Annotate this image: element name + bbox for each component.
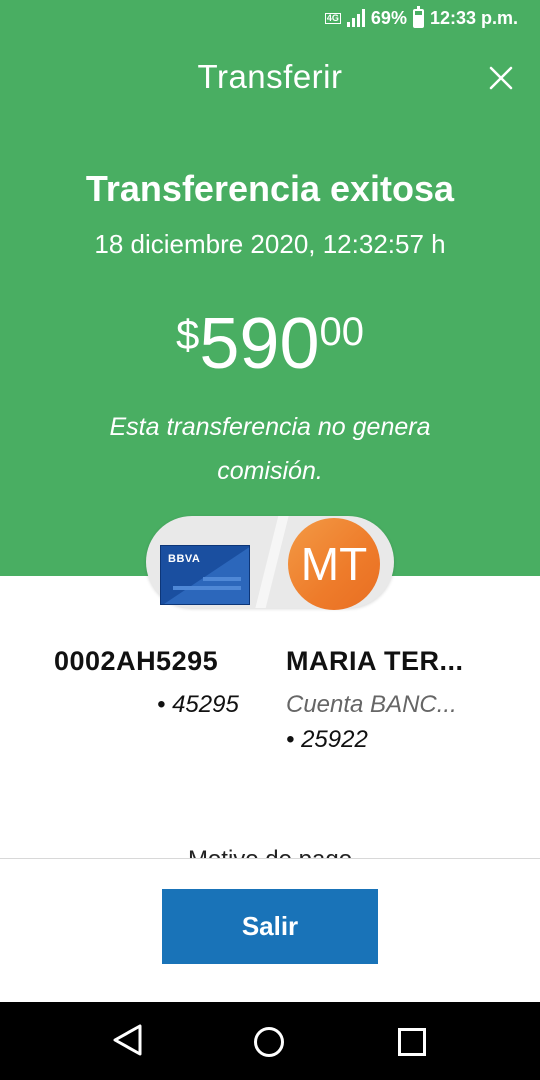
exit-button[interactable]: Salir	[162, 889, 378, 964]
system-navigation-bar	[0, 1002, 540, 1080]
back-triangle-icon[interactable]	[110, 1022, 144, 1063]
success-heading: Transferencia exitosa	[85, 168, 455, 209]
amount-integer: 590	[199, 304, 320, 384]
page-title: Transferir	[197, 58, 343, 95]
signal-strength-icon	[346, 9, 365, 27]
close-icon[interactable]	[487, 64, 515, 92]
battery-icon	[412, 5, 424, 28]
battery-percentage: 69%	[370, 7, 407, 28]
clock: 12:33 p.m.	[429, 7, 518, 28]
status-bar: 4G 69% 12:33 p.m.	[0, 0, 540, 36]
payment-reason-label: Motivo de pago	[0, 848, 540, 858]
card-brand: BBVA	[168, 553, 201, 565]
transfer-datetime: 18 diciembre 2020, 12:32:57 h	[94, 229, 446, 259]
recipient-name: MARIA TER...	[286, 646, 464, 676]
network-4g-icon: 4G	[324, 12, 341, 24]
amount-decimals: 00	[319, 310, 365, 354]
source-account-name: 0002AH5295	[54, 646, 219, 676]
recipient-account-number: • 25922	[286, 726, 368, 753]
home-circle-icon[interactable]	[254, 1027, 284, 1057]
bbva-card-icon: BBVA	[160, 545, 250, 605]
pill-divider	[251, 516, 291, 608]
recent-apps-square-icon[interactable]	[398, 1028, 426, 1056]
source-account-number: • 45295	[157, 691, 239, 718]
transfer-amount: $59000	[0, 308, 540, 380]
amount-currency: $	[176, 311, 200, 358]
payment-reason-text: Motivo de pago	[188, 848, 352, 858]
recipient-account-type: Cuenta BANC...	[286, 691, 457, 718]
commission-note: Esta transferencia no genera comisión.	[109, 413, 431, 485]
recipient-avatar: MT	[288, 518, 380, 610]
